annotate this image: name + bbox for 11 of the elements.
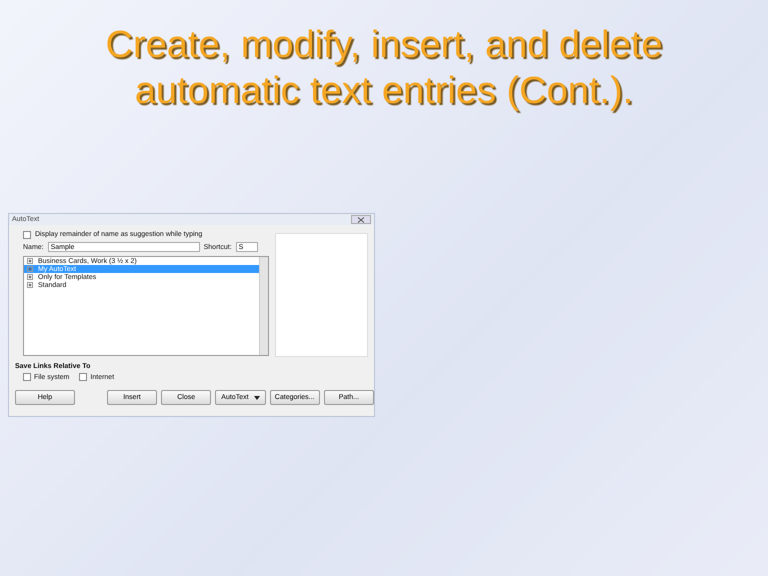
close-button[interactable] [351, 215, 371, 224]
close-icon [357, 216, 365, 222]
slide-title: Create, modify, insert, and delete automatic text entries (Cont.). [104, 23, 664, 114]
checkbox[interactable] [79, 373, 88, 381]
scrollbar[interactable] [259, 257, 268, 355]
caret-icon [254, 396, 260, 400]
expander-icon [27, 274, 33, 280]
checkbox[interactable] [23, 373, 31, 381]
expander-icon [27, 282, 33, 288]
expander-icon [27, 266, 33, 272]
checkbox[interactable] [23, 230, 31, 238]
